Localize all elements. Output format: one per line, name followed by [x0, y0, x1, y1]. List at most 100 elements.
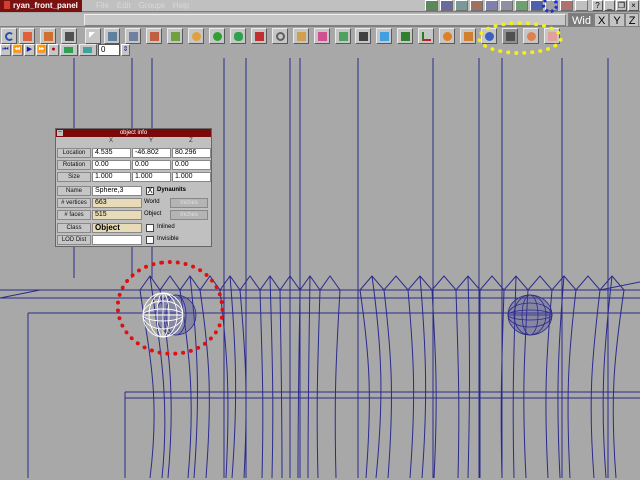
name-field[interactable]: Sphere,3 [92, 186, 142, 196]
rotation-z-field[interactable]: 0.00 [172, 160, 211, 170]
tool-icon-3[interactable] [455, 0, 468, 11]
minimize-button[interactable]: _ [604, 0, 615, 11]
rewind-button[interactable]: ⏪ [12, 44, 23, 56]
tool-torus[interactable] [230, 28, 246, 44]
frame-stepper[interactable]: ⇕ [121, 44, 130, 56]
inlined-label: Inlined [157, 224, 175, 230]
axis-wid-button[interactable]: Wid [568, 13, 594, 27]
frame-number-input[interactable]: 0 [98, 44, 120, 56]
arrow-icon [89, 32, 95, 38]
tool-icon-10[interactable] [560, 0, 573, 11]
size-label: Size [57, 172, 91, 182]
close-button[interactable]: × [628, 0, 639, 11]
cylinder-icon [192, 32, 201, 41]
material-icon [443, 32, 452, 41]
axis-y-button[interactable]: Y [609, 13, 625, 27]
tool-icon-4[interactable] [470, 0, 483, 11]
tool-pan[interactable] [104, 28, 120, 44]
size-z-field[interactable]: 1.000 [172, 172, 211, 182]
sphere-icon [213, 32, 222, 41]
play-button[interactable]: ▶ [24, 44, 35, 56]
tool-icon-5[interactable] [485, 0, 498, 11]
tool-camera[interactable] [61, 28, 77, 44]
tool-sphere[interactable] [209, 28, 225, 44]
cone-icon [255, 32, 264, 41]
3d-viewport[interactable] [0, 58, 640, 480]
tool-icon-7[interactable] [515, 0, 528, 11]
record-button[interactable]: ● [48, 44, 59, 56]
panel-title-bar[interactable]: – object info [56, 129, 211, 137]
tool-light[interactable] [376, 28, 392, 44]
world-units-button[interactable]: Inches [170, 198, 208, 208]
tool-material[interactable] [439, 28, 455, 44]
tool-cone[interactable] [251, 28, 267, 44]
name-label: Name [57, 186, 91, 196]
location-x-field[interactable]: 4.535 [92, 148, 131, 158]
app-title: ryan_front_panel [0, 0, 82, 12]
tool-leaf[interactable] [397, 28, 413, 44]
axis-x-button[interactable]: X [594, 13, 610, 27]
invisible-checkbox[interactable] [146, 236, 154, 244]
size-y-field[interactable]: 1.000 [132, 172, 171, 182]
keyframe-icon [64, 47, 73, 53]
rotation-x-field[interactable]: 0.00 [92, 160, 131, 170]
restore-button[interactable]: ❐ [616, 0, 627, 11]
class-label: Class [57, 223, 91, 233]
menu-help[interactable]: Help [173, 0, 189, 12]
menu-edit[interactable]: Edit [117, 0, 131, 12]
torus-icon [234, 32, 243, 41]
box-icon [150, 32, 159, 41]
wireframe-model [0, 58, 640, 479]
tool-move[interactable] [19, 28, 35, 44]
tool-grid[interactable] [355, 28, 371, 44]
tool-spline[interactable] [272, 28, 288, 44]
axis-z-button[interactable]: Z [624, 13, 640, 27]
grid-icon [359, 32, 368, 41]
help-icon[interactable]: ? [592, 0, 603, 11]
animation-transport: ⏮ ⏪ ▶ ⏩ ● 0 ⇕ [0, 44, 130, 57]
tool-cylinder[interactable] [188, 28, 204, 44]
rotation-label: Rotation [57, 160, 91, 170]
camera-icon [65, 32, 74, 41]
lod-dist-field[interactable] [92, 235, 142, 245]
go-to-start-button[interactable]: ⏮ [0, 44, 11, 56]
tool-icon-11[interactable] [575, 0, 588, 11]
app-title-text: ryan_front_panel [13, 1, 78, 10]
tool-select[interactable] [85, 28, 101, 44]
spline-icon [276, 32, 285, 41]
inlined-checkbox[interactable] [146, 224, 154, 232]
menu-groups[interactable]: Groups [139, 0, 165, 12]
fast-forward-button[interactable]: ⏩ [36, 44, 47, 56]
tool-text[interactable] [293, 28, 309, 44]
location-y-field[interactable]: -46.802 [132, 148, 171, 158]
tool-rotate[interactable] [125, 28, 141, 44]
cube-icon [44, 32, 53, 41]
column-header-x: X [108, 138, 113, 144]
invisible-label: Invisible [157, 236, 179, 242]
tool-group[interactable] [460, 28, 476, 44]
tool-axis[interactable] [418, 28, 434, 44]
tool-extrude[interactable] [314, 28, 330, 44]
size-x-field[interactable]: 1.000 [92, 172, 131, 182]
rotation-y-field[interactable]: 0.00 [132, 160, 171, 170]
keyframe-button[interactable] [60, 44, 78, 56]
rotate-icon [129, 32, 138, 41]
tool-icon-2[interactable] [440, 0, 453, 11]
menu-file[interactable]: File [96, 0, 109, 12]
world-label: World [144, 199, 160, 205]
tool-box[interactable] [146, 28, 162, 44]
panel-collapse-button[interactable]: – [57, 129, 63, 136]
tool-icon-6[interactable] [500, 0, 513, 11]
dynaunits-checkbox[interactable]: X [146, 187, 154, 195]
extrude-icon [318, 32, 327, 41]
object-units-button[interactable]: Inches [170, 210, 208, 220]
tool-lathe[interactable] [335, 28, 351, 44]
undo-button[interactable] [1, 28, 17, 44]
loop-button[interactable] [79, 44, 97, 56]
sphere-right[interactable] [507, 294, 553, 336]
tool-cube[interactable] [40, 28, 56, 44]
undo-icon [5, 32, 14, 41]
tool-wedge[interactable] [167, 28, 183, 44]
tool-icon-1[interactable] [425, 0, 438, 11]
location-z-field[interactable]: 80.296 [172, 148, 211, 158]
